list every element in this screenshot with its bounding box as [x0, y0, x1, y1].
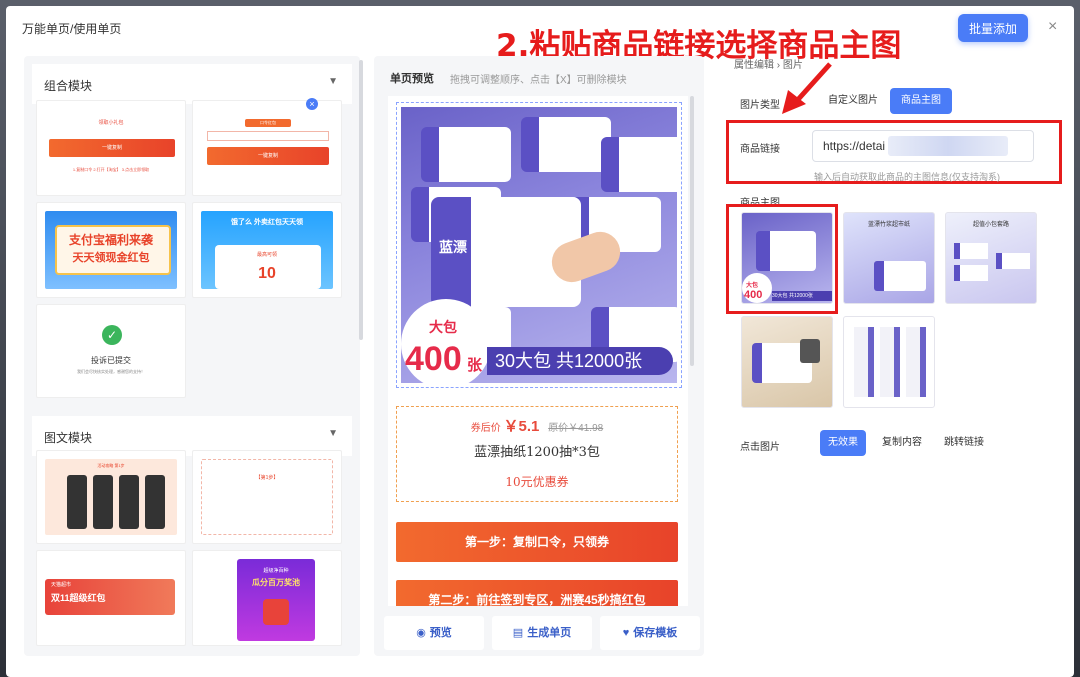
close-icon[interactable]: × — [1048, 18, 1057, 36]
tile-text: 双11超级红包 — [51, 593, 106, 603]
preview-canvas: 蓝漂 大包 400 张 30大包 共12000张 券后价 ￥5.1 原价￥41.… — [388, 96, 688, 606]
badge-unit: 张 — [467, 357, 483, 374]
generate-page-button[interactable]: ▤ 生成单页 — [492, 616, 592, 650]
thumb-2[interactable]: 蓝漂竹浆超市纸 — [843, 212, 935, 304]
tile-text: 10 — [258, 265, 276, 282]
coupon-price-line: 券后价 ￥5.1 原价￥41.98 — [397, 415, 677, 436]
module-tile-alipay[interactable]: 支付宝福利来袭 天天领现金红包 — [36, 202, 186, 298]
tile-text: 饿了么 外卖红包天天领 — [231, 219, 303, 226]
caret-down-icon: ▼ — [328, 428, 338, 439]
tile-text: 一键复制 — [49, 139, 175, 157]
step2-button[interactable]: 第二步：前往签到专区，洲赛45秒搞红包 — [396, 580, 678, 606]
coupon-module[interactable]: 券后价 ￥5.1 原价￥41.98 蓝漂抽纸1200抽*3包 10元优惠券 — [396, 406, 678, 502]
link-hint: 输入后自动获取此商品的主图信息(仅支持淘系) — [814, 172, 1000, 182]
thumb-3[interactable]: 超值小包套路 — [945, 212, 1037, 304]
module-tile-guide-steps[interactable]: 活动攻略 第1步 — [36, 450, 186, 544]
preview-actions: ◉ 预览 ▤ 生成单页 ♥ 保存模板 — [374, 616, 704, 656]
click-option-copy[interactable]: 复制内容 — [872, 430, 932, 456]
thumb-text: 30大包 共12000张 — [772, 291, 832, 301]
tile-text: 最高可领 — [256, 252, 277, 258]
generate-label: 生成单页 — [527, 627, 572, 639]
preview-heading: 单页预览 — [390, 73, 434, 85]
batch-add-button[interactable]: 批量添加 — [958, 14, 1028, 42]
caret-down-icon: ▼ — [328, 76, 338, 87]
redacted-url — [888, 136, 1008, 156]
step1-button[interactable]: 第一步：复制口令，只领券 — [396, 522, 678, 562]
product-image-module[interactable]: 蓝漂 大包 400 张 30大包 共12000张 — [396, 102, 682, 388]
pack-brand: 蓝漂 — [439, 239, 467, 255]
section-label: 图文模块 — [44, 431, 93, 445]
thumb-text: 400 — [744, 289, 763, 301]
heart-icon: ♥ — [622, 627, 630, 639]
tile-text: 天猫超市 — [51, 582, 72, 588]
coupon-price: ￥5.1 — [503, 418, 540, 435]
check-circle-icon: ✓ — [102, 325, 122, 345]
image-type-product-main[interactable]: 商品主图 — [890, 88, 952, 114]
tile-text: 一键复制 — [207, 147, 329, 165]
close-icon[interactable]: × — [306, 98, 318, 110]
module-tile-eleme[interactable]: 饿了么 外卖红包天天领 最高可领 10 — [192, 202, 342, 298]
click-option-link[interactable]: 跳转链接 — [934, 430, 994, 456]
tile-text: 1.复制口令 2.打开【淘宝】 3.点击立即领取 — [72, 167, 150, 172]
preview-button[interactable]: ◉ 预览 — [384, 616, 484, 650]
coupon-orig-price: 原价￥41.98 — [548, 423, 604, 434]
module-library-panel: 组合模块 ▼ 领取小礼包 一键复制 1.复制口令 2.打开【淘宝】 3.点击立即… — [24, 56, 360, 656]
tile-text: 【第1步】 — [255, 475, 279, 481]
module-tile-tmall-market[interactable]: 天猫超市 双11超级红包 — [36, 550, 186, 646]
click-option-none[interactable]: 无效果 — [820, 430, 866, 456]
thumb-1[interactable]: 大包 400 30大包 共12000张 — [741, 212, 833, 304]
module-tile-complaint[interactable]: ✓ 投诉已提交 我们会尽快核实处理，感谢您的支持！ — [36, 304, 186, 398]
tile-text: 超级净百种 — [263, 568, 289, 574]
tile-text: 口令红包 — [245, 119, 291, 127]
document-icon: ▤ — [512, 627, 524, 639]
tile-text: 投诉已提交 — [91, 356, 131, 365]
left-scrollbar[interactable] — [359, 60, 363, 340]
tile-text: 活动攻略 第1步 — [97, 463, 125, 468]
tile-text: 领取小礼包 — [98, 120, 124, 126]
badge-small: 大包 — [429, 319, 457, 335]
click-image-label: 点击图片 — [740, 442, 780, 453]
badge-big: 400 — [405, 340, 462, 378]
image-type-custom[interactable]: 自定义图片 — [820, 88, 886, 114]
module-tile-prize-pool[interactable]: 超级净百种 瓜分百万奖池 — [192, 550, 342, 646]
module-tile-red-packet-code[interactable]: 口令红包 一键复制 — [192, 100, 342, 196]
preview-scrollbar[interactable] — [690, 96, 694, 366]
save-template-label: 保存模板 — [633, 627, 678, 639]
section-label: 组合模块 — [44, 79, 93, 93]
preview-panel: 单页预览 拖拽可调整顺序、点击【X】可删除模块 蓝漂 大包 400 张 30大包… — [374, 56, 704, 656]
tile-text: 支付宝福利来袭 — [68, 233, 153, 247]
tile-text: 天天领现金红包 — [72, 252, 150, 264]
product-image: 蓝漂 大包 400 张 30大包 共12000张 — [401, 107, 677, 383]
eye-icon: ◉ — [416, 627, 426, 639]
module-tile-gift-pack[interactable]: 领取小礼包 一键复制 1.复制口令 2.打开【淘宝】 3.点击立即领取 — [36, 100, 186, 196]
coupon-price-label: 券后价 — [470, 423, 501, 434]
thumb-5[interactable] — [843, 316, 935, 408]
modal-title: 万能单页/使用单页 — [22, 22, 122, 36]
thumb-text: 蓝漂竹浆超市纸 — [867, 222, 910, 228]
link-label: 商品链接 — [740, 144, 780, 155]
product-badge: 大包 400 张 30大包 共12000张 — [401, 299, 677, 383]
coupon-amount: 10元优惠券 — [505, 475, 569, 489]
thumb-4[interactable] — [741, 316, 833, 408]
preview-hint: 拖拽可调整顺序、点击【X】可删除模块 — [450, 75, 627, 86]
save-template-button[interactable]: ♥ 保存模板 — [600, 616, 700, 650]
thumb-text: 大包 — [746, 283, 759, 289]
module-tile-text-steps[interactable]: 【第1步】 — [192, 450, 342, 544]
tile-text: 瓜分百万奖池 — [252, 578, 300, 587]
coupon-product-name: 蓝漂抽纸1200抽*3包 — [474, 445, 600, 460]
thumb-text: 超值小包套路 — [972, 222, 1009, 228]
badge-bar: 30大包 共12000张 — [487, 347, 673, 375]
tile-text: 我们会尽快核实处理，感谢您的支持！ — [77, 369, 145, 374]
image-type-label: 图片类型 — [740, 100, 780, 111]
section-header-combo[interactable]: 组合模块 ▼ — [32, 64, 352, 104]
preview-label: 预览 — [429, 627, 452, 639]
